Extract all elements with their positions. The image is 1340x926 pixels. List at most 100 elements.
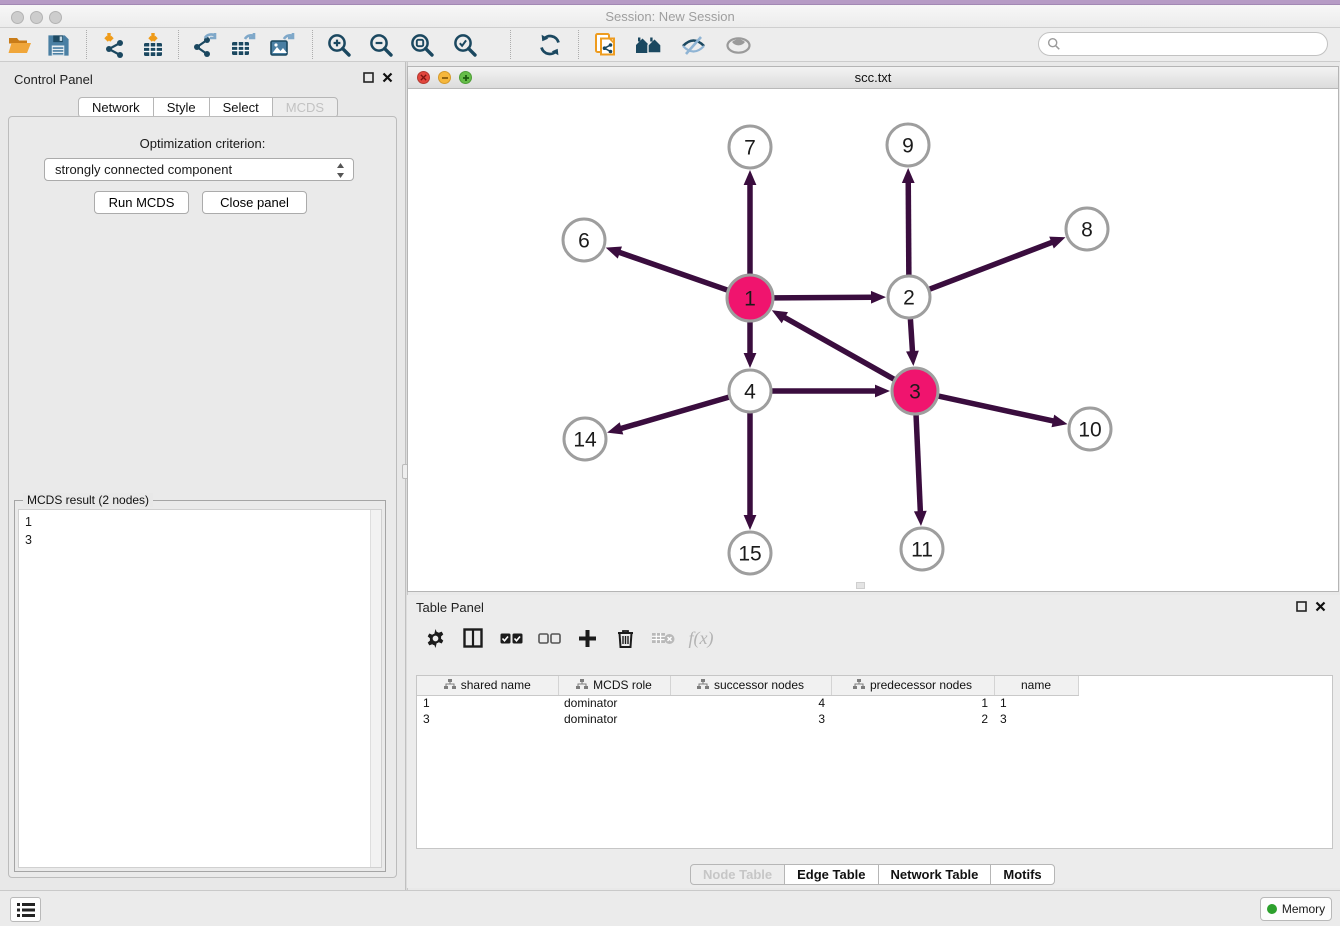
import-table-button[interactable] xyxy=(139,31,167,59)
column-header-mcds-role[interactable]: MCDS role xyxy=(558,676,670,695)
graph-edge-4-14[interactable] xyxy=(620,397,729,429)
select-all-button[interactable] xyxy=(492,623,530,653)
close-panel-icon[interactable] xyxy=(1315,601,1326,612)
zoom-in-button[interactable] xyxy=(325,31,353,59)
cell-predecessor-nodes[interactable]: 2 xyxy=(831,711,994,727)
toolbar-separator xyxy=(86,30,87,59)
column-header-predecessor-nodes[interactable]: predecessor nodes xyxy=(831,676,994,695)
checked-boxes-icon xyxy=(500,633,523,644)
import-network-icon xyxy=(100,32,126,58)
network-frame-titlebar[interactable]: scc.txt xyxy=(408,67,1338,89)
table-settings-button[interactable] xyxy=(416,623,454,653)
float-panel-icon[interactable] xyxy=(363,72,374,83)
import-table-icon xyxy=(140,32,166,58)
create-network-from-file-button[interactable] xyxy=(592,31,620,59)
network-canvas[interactable]: 1234678910111415 xyxy=(408,89,1338,591)
graph-node-label: 4 xyxy=(744,381,756,404)
plus-icon xyxy=(578,629,597,648)
show-column-panel-button[interactable] xyxy=(454,623,492,653)
show-hidden-button[interactable] xyxy=(724,31,752,59)
result-scrollbar[interactable] xyxy=(370,510,381,867)
add-row-button[interactable] xyxy=(568,623,606,653)
trash-icon xyxy=(617,629,634,648)
node-table[interactable]: shared name MCDS role successor nodes pr… xyxy=(416,675,1333,849)
cell-name[interactable]: 1 xyxy=(994,695,1078,711)
cell-successor-nodes[interactable]: 4 xyxy=(670,695,831,711)
close-panel-icon[interactable] xyxy=(382,72,393,83)
search-input[interactable] xyxy=(1061,37,1311,51)
column-header-shared-name[interactable]: shared name xyxy=(417,676,558,695)
graph-edge-arrowhead xyxy=(607,422,623,434)
export-network-button[interactable] xyxy=(192,31,220,59)
graph-edge-1-6[interactable] xyxy=(618,252,727,290)
frame-resize-grip[interactable] xyxy=(856,582,865,589)
run-mcds-button[interactable]: Run MCDS xyxy=(94,191,189,214)
graph-edge-3-10[interactable] xyxy=(938,396,1054,421)
graph-edge-arrowhead xyxy=(1049,237,1065,249)
delete-row-button[interactable] xyxy=(606,623,644,653)
task-history-button[interactable] xyxy=(10,897,41,922)
tab-network[interactable]: Network xyxy=(78,97,154,118)
unchecked-boxes-icon xyxy=(538,633,561,644)
export-table-button[interactable] xyxy=(229,31,257,59)
cell-successor-nodes[interactable]: 3 xyxy=(670,711,831,727)
export-table-icon xyxy=(230,32,256,58)
tab-mcds[interactable]: MCDS xyxy=(272,97,338,118)
zoom-fit-icon xyxy=(409,32,435,58)
search-field[interactable] xyxy=(1038,32,1328,56)
graph-edge-2-3[interactable] xyxy=(910,319,912,353)
graph-edge-arrowhead xyxy=(906,351,919,366)
tab-style[interactable]: Style xyxy=(153,97,210,118)
cell-mcds-role[interactable]: dominator xyxy=(558,711,670,727)
search-icon xyxy=(1047,37,1061,51)
delete-table-button[interactable] xyxy=(644,623,682,653)
zoom-selected-button[interactable] xyxy=(451,31,479,59)
export-image-button[interactable] xyxy=(268,31,296,59)
graph-edge-1-2[interactable] xyxy=(774,297,873,298)
graph-edge-3-11[interactable] xyxy=(916,415,920,513)
apply-layout-button[interactable] xyxy=(536,31,564,59)
cell-name[interactable]: 3 xyxy=(994,711,1078,727)
table-row[interactable]: 3 dominator 3 2 3 xyxy=(417,711,1078,727)
graph-edge-arrowhead xyxy=(744,515,757,530)
column-header-successor-nodes[interactable]: successor nodes xyxy=(670,676,831,695)
graph-edge-2-9[interactable] xyxy=(908,181,909,275)
cell-mcds-role[interactable]: dominator xyxy=(558,695,670,711)
tab-node-table[interactable]: Node Table xyxy=(690,864,785,885)
import-network-button[interactable] xyxy=(99,31,127,59)
criterion-dropdown[interactable]: strongly connected component xyxy=(44,158,354,181)
control-panel-tabs: Network Style Select MCDS xyxy=(78,97,338,118)
open-session-button[interactable] xyxy=(6,31,34,59)
column-header-name[interactable]: name xyxy=(994,676,1078,695)
deselect-all-button[interactable] xyxy=(530,623,568,653)
graph-edge-3-1[interactable] xyxy=(783,317,894,380)
cell-predecessor-nodes[interactable]: 1 xyxy=(831,695,994,711)
network-view-frame: scc.txt 1234678910111415 xyxy=(407,66,1339,592)
gear-icon xyxy=(426,629,445,648)
table-row[interactable]: 1 dominator 4 1 1 xyxy=(417,695,1078,711)
tab-select[interactable]: Select xyxy=(209,97,273,118)
tab-edge-table[interactable]: Edge Table xyxy=(784,864,878,885)
network-graph[interactable]: 1234678910111415 xyxy=(408,89,1338,591)
export-network-icon xyxy=(193,32,219,58)
tab-network-table[interactable]: Network Table xyxy=(878,864,992,885)
close-panel-button[interactable]: Close panel xyxy=(202,191,307,214)
tab-motifs[interactable]: Motifs xyxy=(990,864,1054,885)
save-session-button[interactable] xyxy=(44,31,72,59)
network-file-icon xyxy=(593,32,620,59)
delete-table-icon xyxy=(651,631,675,645)
graph-edge-arrowhead xyxy=(871,291,886,304)
function-builder-button[interactable]: f(x) xyxy=(682,623,720,653)
mcds-result-textarea[interactable]: 1 3 xyxy=(18,509,382,868)
graph-edge-2-8[interactable] xyxy=(930,242,1054,289)
hide-selected-button[interactable] xyxy=(679,31,707,59)
cell-shared-name[interactable]: 1 xyxy=(417,695,558,711)
zoom-fit-button[interactable] xyxy=(408,31,436,59)
memory-button[interactable]: Memory xyxy=(1260,897,1332,921)
cell-shared-name[interactable]: 3 xyxy=(417,711,558,727)
zoom-out-button[interactable] xyxy=(367,31,395,59)
float-panel-icon[interactable] xyxy=(1296,601,1307,612)
home-networks-button[interactable] xyxy=(635,31,663,59)
table-header-row: shared name MCDS role successor nodes pr… xyxy=(417,676,1078,695)
memory-status-icon xyxy=(1267,904,1277,914)
